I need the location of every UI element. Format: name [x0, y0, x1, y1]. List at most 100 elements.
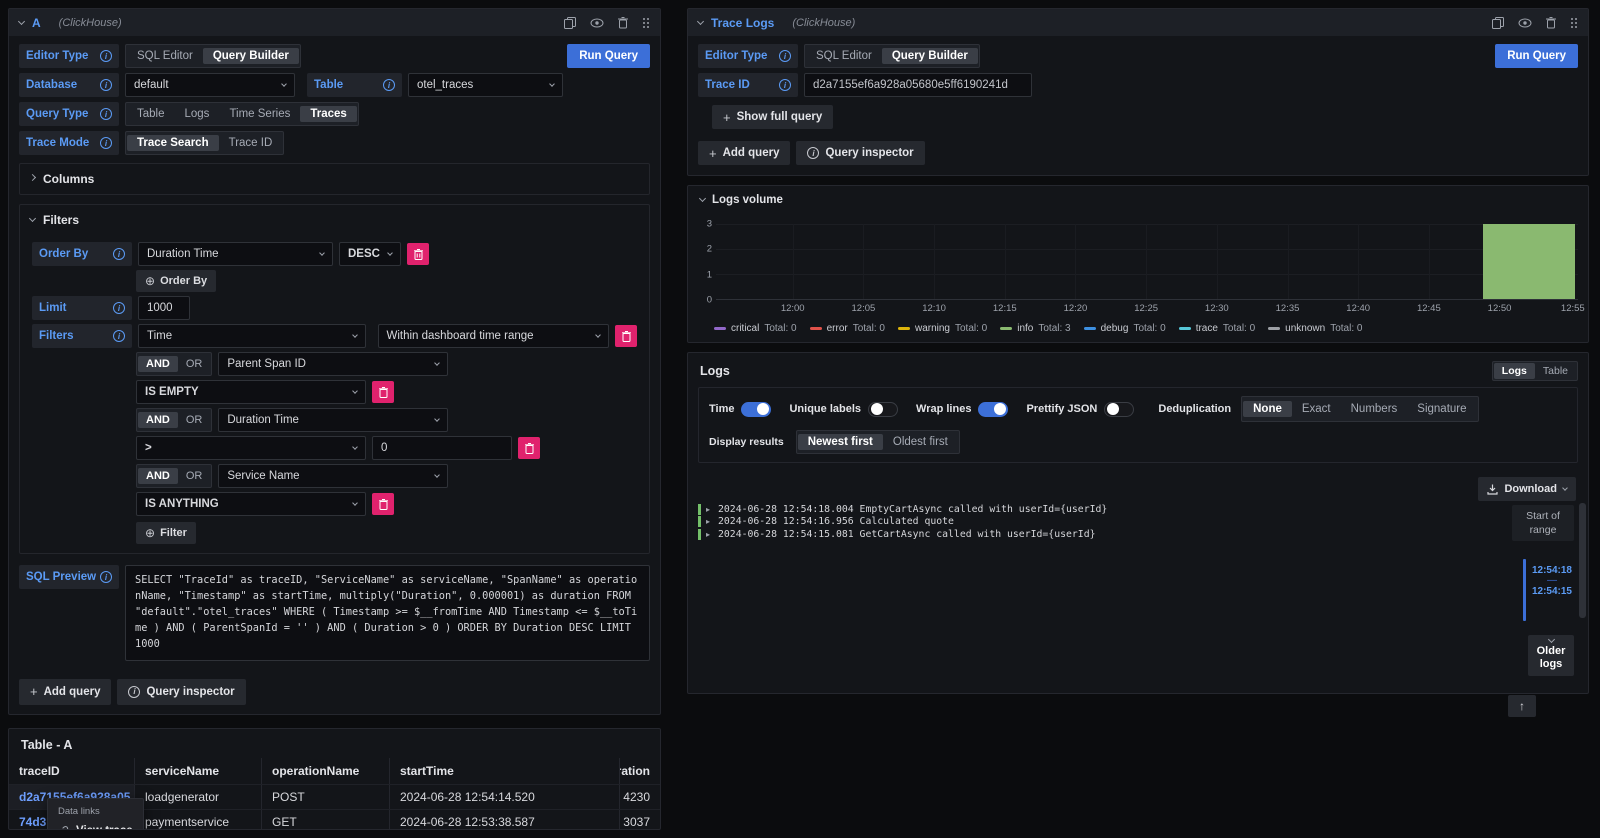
view-trace-menu-item[interactable]: View trace — [48, 821, 143, 830]
legend-item-trace[interactable]: traceTotal: 0 — [1179, 323, 1255, 334]
legend-item-error[interactable]: errorTotal: 0 — [810, 323, 885, 334]
legend-item-debug[interactable]: debugTotal: 0 — [1084, 323, 1166, 334]
info-icon[interactable] — [113, 248, 125, 260]
download-button[interactable]: Download — [1478, 477, 1576, 501]
query-builder-option[interactable]: Query Builder — [882, 48, 978, 64]
legend-item-critical[interactable]: criticalTotal: 0 — [714, 323, 797, 334]
collapse-chevron-icon[interactable] — [18, 17, 25, 24]
eye-icon[interactable] — [1518, 18, 1532, 28]
info-icon[interactable] — [100, 108, 112, 120]
tab-logs[interactable]: Logs — [1494, 363, 1535, 379]
filters-section-header[interactable]: Filters — [30, 212, 639, 228]
delete-condition-button[interactable] — [372, 381, 394, 403]
col-header-traceid[interactable]: traceID — [9, 758, 135, 784]
delete-condition-button[interactable] — [518, 437, 540, 459]
wrap-lines-toggle[interactable] — [978, 402, 1008, 417]
eye-icon[interactable] — [590, 18, 604, 28]
tab-table[interactable]: Table — [1535, 363, 1576, 379]
or-option[interactable]: OR — [178, 468, 211, 484]
order-direction-select[interactable]: DESC — [339, 242, 401, 266]
show-full-query-button[interactable]: + Show full query — [712, 105, 833, 129]
info-icon[interactable] — [100, 137, 112, 149]
delete-condition-button[interactable] — [372, 493, 394, 515]
database-select[interactable]: default — [125, 73, 295, 97]
unique-labels-toggle[interactable] — [868, 402, 898, 417]
expand-chevron-icon[interactable]: ▸ — [706, 505, 713, 514]
col-header-servicename[interactable]: serviceName — [135, 758, 262, 784]
expand-chevron-icon[interactable]: ▸ — [706, 530, 713, 539]
col-header-operationname[interactable]: operationName — [262, 758, 390, 784]
info-logs-bar[interactable] — [1483, 224, 1574, 299]
info-icon[interactable] — [100, 571, 112, 583]
range-end-time[interactable]: 12:54:15 — [1532, 586, 1572, 597]
sql-editor-option[interactable]: SQL Editor — [127, 48, 203, 64]
filter-value-select[interactable]: Within dashboard time range — [378, 324, 610, 348]
query-builder-option[interactable]: Query Builder — [203, 48, 299, 64]
run-query-button[interactable]: Run Query — [1495, 44, 1578, 68]
expand-chevron-icon[interactable]: ▸ — [706, 517, 713, 526]
info-icon[interactable] — [383, 79, 395, 91]
condition-field-select[interactable]: Parent Span ID — [218, 352, 448, 376]
collapse-chevron-icon[interactable] — [697, 17, 704, 24]
and-option[interactable]: AND — [138, 356, 178, 372]
info-icon[interactable] — [100, 50, 112, 62]
delete-filter-button[interactable] — [615, 325, 637, 347]
older-logs-button[interactable]: Older logs — [1528, 635, 1574, 676]
condition-operator-select[interactable]: > — [136, 436, 366, 460]
plot-area[interactable] — [716, 224, 1578, 300]
info-icon[interactable] — [113, 330, 125, 342]
info-icon[interactable] — [779, 79, 791, 91]
prettify-json-toggle[interactable] — [1104, 402, 1134, 417]
add-query-button[interactable]: + Add query — [19, 679, 111, 705]
run-query-button[interactable]: Run Query — [567, 44, 650, 68]
and-option[interactable]: AND — [138, 412, 178, 428]
legend-item-unknown[interactable]: unknownTotal: 0 — [1268, 323, 1362, 334]
trace-id-input[interactable]: d2a7155ef6a928a05680e5ff6190241d — [804, 73, 1032, 97]
logs-volume-header[interactable]: Logs volume — [688, 192, 1588, 212]
trash-icon[interactable] — [1546, 17, 1556, 29]
trash-icon[interactable] — [618, 17, 628, 29]
duplicate-icon[interactable] — [1492, 17, 1504, 29]
newest-first-option[interactable]: Newest first — [798, 434, 883, 450]
query-type-logs[interactable]: Logs — [175, 106, 220, 122]
add-query-button[interactable]: + Add query — [698, 141, 790, 165]
trace-search-option[interactable]: Trace Search — [127, 135, 219, 151]
condition-operator-select[interactable]: IS ANYTHING — [136, 492, 366, 516]
oldest-first-option[interactable]: Oldest first — [883, 434, 958, 450]
trace-id-option[interactable]: Trace ID — [219, 135, 283, 151]
condition-field-select[interactable]: Duration Time — [218, 408, 448, 432]
info-icon[interactable] — [779, 50, 791, 62]
query-inspector-button[interactable]: Query inspector — [117, 679, 245, 705]
add-filter-button[interactable]: ⊕ Filter — [136, 522, 196, 544]
time-toggle[interactable] — [741, 402, 771, 417]
range-bar[interactable] — [1523, 559, 1526, 621]
legend-item-info[interactable]: infoTotal: 3 — [1000, 323, 1070, 334]
order-by-field-select[interactable]: Duration Time — [138, 242, 333, 266]
condition-operator-select[interactable]: IS EMPTY — [136, 380, 366, 404]
col-header-duration[interactable]: duration — [620, 758, 660, 784]
add-order-by-button[interactable]: ⊕ Order By — [136, 270, 216, 292]
drag-handle-icon[interactable] — [1570, 17, 1578, 29]
dedup-numbers[interactable]: Numbers — [1341, 401, 1408, 417]
log-row[interactable]: ▸ 2024-06-28 12:54:18.004 EmptyCartAsync… — [698, 503, 1478, 516]
info-icon[interactable] — [100, 79, 112, 91]
log-row[interactable]: ▸ 2024-06-28 12:54:16.956 Calculated quo… — [698, 516, 1478, 529]
dedup-none[interactable]: None — [1243, 401, 1292, 417]
log-row[interactable]: ▸ 2024-06-28 12:54:15.081 GetCartAsync c… — [698, 528, 1478, 541]
query-type-traces[interactable]: Traces — [300, 106, 356, 122]
col-header-starttime[interactable]: startTime — [390, 758, 620, 784]
delete-order-by-button[interactable] — [407, 243, 429, 265]
or-option[interactable]: OR — [178, 356, 211, 372]
dedup-signature[interactable]: Signature — [1407, 401, 1476, 417]
query-type-table[interactable]: Table — [127, 106, 175, 122]
filter-field-select[interactable]: Time — [138, 324, 366, 348]
scroll-to-top-button[interactable]: ↑ — [1508, 695, 1536, 717]
and-option[interactable]: AND — [138, 468, 178, 484]
columns-section-header[interactable]: Columns — [30, 171, 639, 187]
legend-item-warning[interactable]: warningTotal: 0 — [898, 323, 987, 334]
query-type-timeseries[interactable]: Time Series — [219, 106, 300, 122]
query-inspector-button[interactable]: Query inspector — [796, 141, 924, 165]
drag-handle-icon[interactable] — [642, 17, 650, 29]
logs-scrollbar[interactable] — [1579, 503, 1586, 618]
or-option[interactable]: OR — [178, 412, 211, 428]
